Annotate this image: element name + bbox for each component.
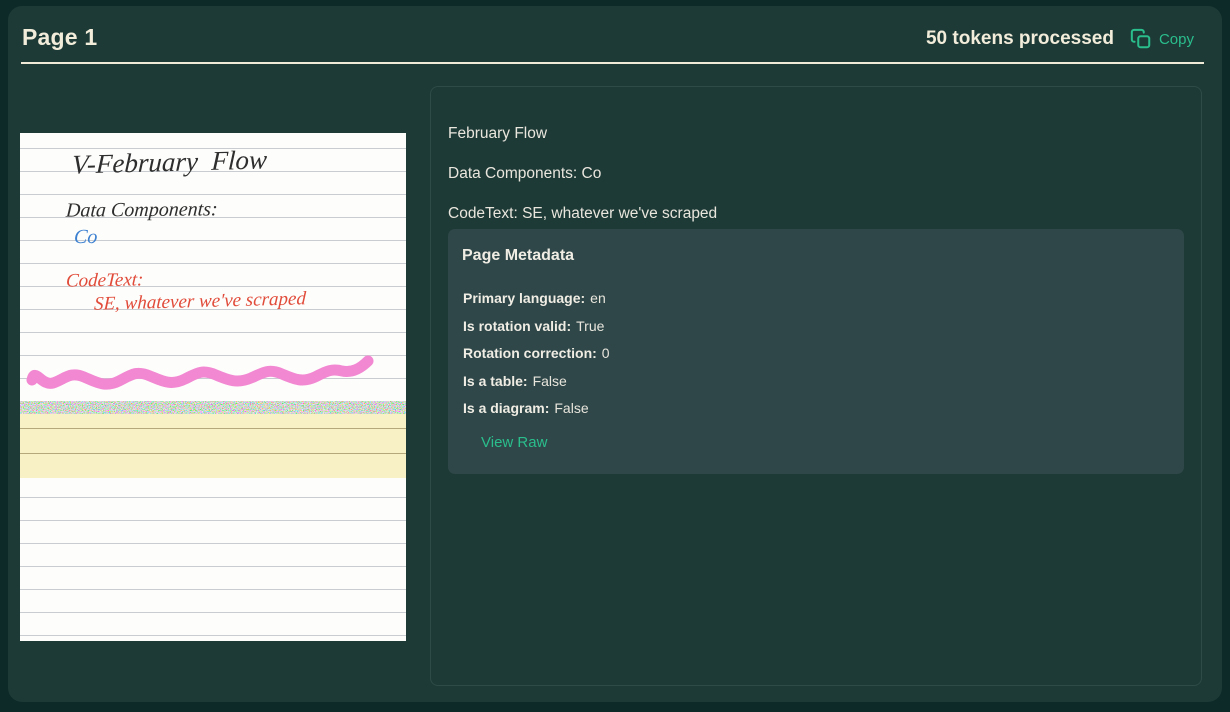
metadata-label: Rotation correction: xyxy=(463,345,597,361)
copy-button[interactable]: Copy xyxy=(1130,28,1194,50)
header-divider xyxy=(21,62,1204,64)
handwritten-data-components: Data Components: xyxy=(65,198,219,222)
metadata-row-primary-language: Primary language: en xyxy=(463,290,606,306)
extracted-line-codetext: CodeText: SE, whatever we've scraped xyxy=(448,204,718,222)
metadata-label: Is a diagram: xyxy=(463,400,550,416)
copy-icon xyxy=(1130,28,1152,50)
metadata-value: False xyxy=(532,373,567,389)
page-card: Page 1 50 tokens processed Copy V-Februa… xyxy=(8,6,1222,702)
extracted-line-data-components: Data Components: Co xyxy=(448,164,602,182)
metadata-value: en xyxy=(590,290,606,306)
metadata-value: 0 xyxy=(601,345,610,361)
handwritten-co: Co xyxy=(73,226,99,248)
view-raw-link[interactable]: View Raw xyxy=(481,434,547,451)
metadata-value: False xyxy=(554,400,589,416)
handwritten-title: V-February Flow xyxy=(71,144,268,180)
page-scan-image: V-February Flow Data Components: Co Code… xyxy=(20,133,406,641)
metadata-label: Is a table: xyxy=(463,373,528,389)
extracted-line-title: February Flow xyxy=(448,124,548,142)
header-actions: 50 tokens processed Copy xyxy=(926,28,1194,50)
page-title: Page 1 xyxy=(22,24,98,50)
metadata-row-is-table: Is a table: False xyxy=(463,373,567,389)
metadata-value: True xyxy=(576,318,605,334)
metadata-row-rotation-valid: Is rotation valid: True xyxy=(463,318,604,334)
ruled-paper-bottom xyxy=(20,478,406,641)
metadata-title: Page Metadata xyxy=(462,247,575,264)
extracted-text-panel: February Flow Data Components: Co CodeTe… xyxy=(430,86,1202,686)
metadata-label: Is rotation valid: xyxy=(463,318,572,334)
tokens-processed-label: 50 tokens processed xyxy=(925,28,1114,49)
pink-marker-squiggle xyxy=(26,355,374,390)
scan-noise-band xyxy=(20,401,406,414)
handwritten-codetext: CodeText: xyxy=(65,269,144,292)
yellow-paper-section xyxy=(20,414,406,478)
copy-button-label: Copy xyxy=(1158,30,1194,48)
metadata-row-is-diagram: Is a diagram: False xyxy=(463,400,589,416)
page-metadata-box: Page Metadata Primary language: en Is rot… xyxy=(448,229,1184,474)
metadata-row-rotation-correction: Rotation correction: 0 xyxy=(463,345,610,361)
metadata-label: Primary language: xyxy=(463,290,586,306)
